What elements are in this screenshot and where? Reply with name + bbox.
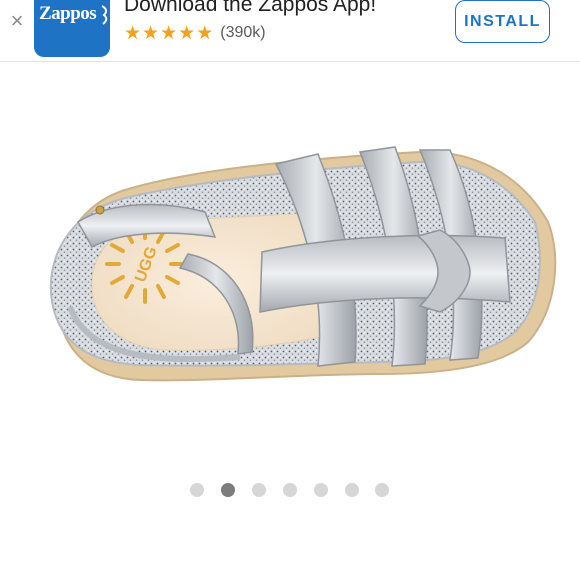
app-logo-text: Zappos [39, 3, 97, 24]
carousel-dot-active[interactable] [221, 483, 235, 497]
carousel-dot[interactable] [345, 483, 359, 497]
sandal-product-image[interactable]: UGG [0, 62, 580, 462]
star-icon: ★ [124, 22, 142, 44]
carousel-dot[interactable] [314, 483, 328, 497]
zappos-app-logo: Zappos [34, 0, 110, 57]
logo-swoosh-icon [101, 5, 108, 25]
star-icon: ★ [160, 22, 178, 44]
app-download-banner: × Zappos Download the Zappos App! ★ ★ ★ … [0, 0, 580, 62]
rating-count: (390k) [220, 24, 266, 41]
carousel-dot[interactable] [190, 483, 204, 497]
star-icon: ★ [178, 22, 196, 44]
install-button[interactable]: INSTALL [455, 0, 550, 43]
carousel-dot[interactable] [283, 483, 297, 497]
star-icon: ★ [196, 22, 214, 44]
star-icon: ★ [142, 22, 160, 44]
banner-title: Download the Zappos App! [124, 0, 377, 16]
carousel-dot[interactable] [375, 483, 389, 497]
image-carousel-dots [0, 482, 580, 498]
carousel-dot[interactable] [252, 483, 266, 497]
app-rating: ★ ★ ★ ★ ★ (390k) [124, 22, 266, 44]
close-banner-button[interactable]: × [4, 8, 30, 34]
